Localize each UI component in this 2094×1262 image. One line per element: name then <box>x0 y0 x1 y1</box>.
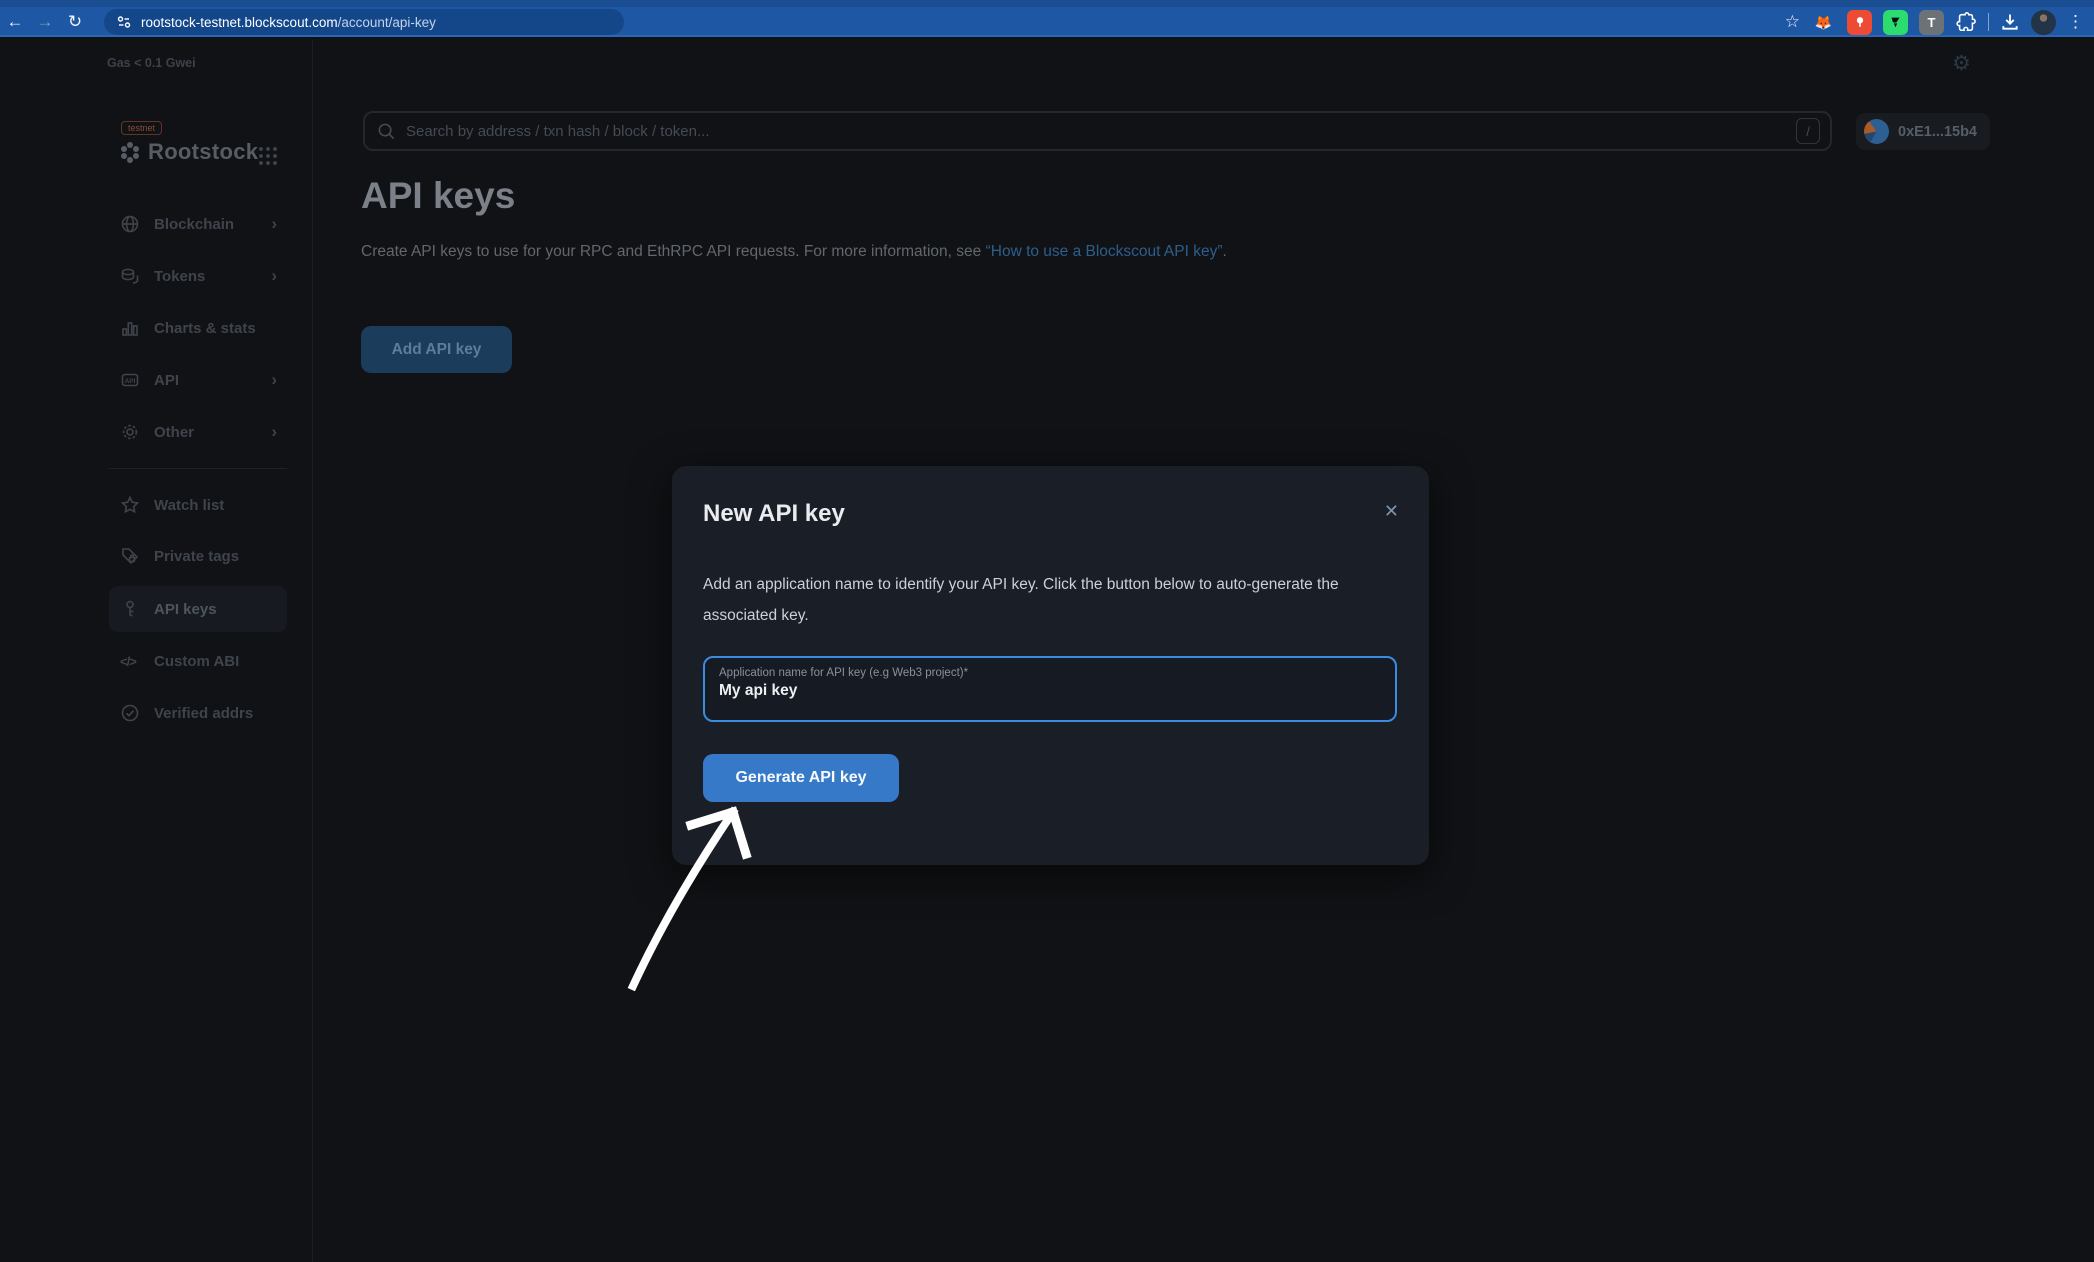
search-icon <box>377 122 396 141</box>
sidebar-item-private-tags[interactable]: Private tags <box>109 533 287 579</box>
extensions-puzzle-icon[interactable] <box>1955 11 1977 33</box>
tab-strip <box>0 0 2094 7</box>
forward-button[interactable]: → <box>30 9 60 35</box>
green-extension-icon[interactable] <box>1883 10 1908 35</box>
sidebar-item-watch-list[interactable]: Watch list <box>109 482 287 528</box>
reload-button[interactable]: ↻ <box>60 9 90 35</box>
metamask-extension-icon[interactable]: 🦊 <box>1811 10 1836 35</box>
bar-chart-icon <box>120 318 140 338</box>
rootstock-logo[interactable]: Rootstock <box>118 139 258 165</box>
chevron-right-icon: › <box>271 214 277 234</box>
application-name-label: Application name for API key (e.g Web3 p… <box>719 667 1381 679</box>
red-extension-icon[interactable] <box>1847 10 1872 35</box>
star-icon <box>120 495 140 515</box>
browser-profile-avatar[interactable] <box>2031 10 2056 35</box>
url-host: rootstock-testnet.blockscout.com <box>141 15 338 30</box>
search-input[interactable] <box>406 123 1786 140</box>
browser-chrome: ← → ↻ rootstock-testnet.blockscout.com/a… <box>0 0 2094 37</box>
page-title: API keys <box>361 175 515 217</box>
new-api-key-modal: New API key ✕ Add an application name to… <box>672 466 1429 865</box>
check-circle-icon <box>120 703 140 723</box>
stripe-glyph-icon <box>1889 16 1902 29</box>
back-button[interactable]: ← <box>0 9 30 35</box>
key-icon <box>120 599 140 619</box>
url-path: /account/api-key <box>338 15 436 30</box>
sidebar-item-charts-stats[interactable]: Charts & stats <box>109 305 287 351</box>
sidebar-divider <box>109 468 287 469</box>
sidebar-item-label: API <box>154 372 179 389</box>
chevron-right-icon: › <box>271 266 277 286</box>
sidebar-item-custom-abi[interactable]: </> Custom ABI <box>109 638 287 684</box>
sidebar-item-api[interactable]: API API › <box>109 357 287 403</box>
network-badge: testnet <box>121 121 162 135</box>
chevron-right-icon: › <box>271 370 277 390</box>
address-bar[interactable]: rootstock-testnet.blockscout.com/account… <box>104 9 624 35</box>
search-shortcut-hint: / <box>1796 118 1820 144</box>
sidebar: testnet Rootstock Blockchain › <box>0 39 313 1262</box>
page-background: Gas < 0.1 Gwei ⚙ testnet Rootstock Block… <box>0 39 2094 1262</box>
account-address: 0xE1...15b4 <box>1898 124 1977 140</box>
sidebar-item-api-keys[interactable]: API keys <box>109 586 287 632</box>
sidebar-item-label: Verified addrs <box>154 705 253 722</box>
globe-icon <box>120 214 140 234</box>
api-badge-icon: API <box>120 370 140 390</box>
coins-icon <box>120 266 140 286</box>
rootstock-logo-icon <box>118 140 142 164</box>
sidebar-item-other[interactable]: Other › <box>109 409 287 455</box>
add-api-key-button[interactable]: Add API key <box>361 326 512 373</box>
sidebar-item-blockchain[interactable]: Blockchain › <box>109 201 287 247</box>
api-key-doc-link[interactable]: “How to use a Blockscout API key” <box>986 243 1223 260</box>
page-description: Create API keys to use for your RPC and … <box>361 243 1227 261</box>
download-icon[interactable] <box>2000 12 2020 32</box>
generate-api-key-button[interactable]: Generate API key <box>703 754 899 802</box>
close-icon[interactable]: ✕ <box>1384 502 1399 520</box>
bookmark-star-icon[interactable]: ☆ <box>1785 12 1800 32</box>
sidebar-item-label: API keys <box>154 601 217 618</box>
sidebar-item-label: Custom ABI <box>154 653 239 670</box>
sidebar-item-label: Tokens <box>154 268 205 285</box>
sidebar-item-label: Private tags <box>154 548 239 565</box>
modal-description: Add an application name to identify your… <box>703 569 1393 631</box>
site-settings-icon[interactable] <box>116 14 132 30</box>
sidebar-item-verified-addrs[interactable]: Verified addrs <box>109 690 287 736</box>
tag-lock-icon <box>120 546 140 566</box>
browser-menu-icon[interactable]: ⋮ <box>2067 12 2084 32</box>
pin-icon <box>1853 15 1867 29</box>
description-suffix: . <box>1223 243 1227 260</box>
description-text: Create API keys to use for your RPC and … <box>361 243 986 260</box>
logo-text: Rootstock <box>148 139 258 165</box>
svg-text:API: API <box>125 378 136 385</box>
sidebar-item-tokens[interactable]: Tokens › <box>109 253 287 299</box>
account-avatar <box>1864 119 1889 144</box>
url-text[interactable]: rootstock-testnet.blockscout.com/account… <box>141 15 436 30</box>
toolbar-separator <box>1988 13 1989 31</box>
settings-gear-icon[interactable]: ⚙ <box>1952 51 1971 76</box>
search-bar[interactable]: / <box>363 111 1832 151</box>
apps-grid-icon[interactable] <box>257 145 279 167</box>
sidebar-item-label: Watch list <box>154 497 224 514</box>
code-icon: </> <box>120 651 140 671</box>
t-extension-icon[interactable]: T <box>1919 10 1944 35</box>
sidebar-item-label: Blockchain <box>154 216 234 233</box>
account-button[interactable]: 0xE1...15b4 <box>1856 113 1990 150</box>
sidebar-item-label: Other <box>154 424 194 441</box>
modal-title: New API key <box>703 500 845 528</box>
gear-icon <box>120 422 140 442</box>
application-name-input[interactable] <box>719 682 1381 700</box>
application-name-field[interactable]: Application name for API key (e.g Web3 p… <box>703 656 1397 722</box>
chevron-right-icon: › <box>271 422 277 442</box>
sidebar-item-label: Charts & stats <box>154 320 256 337</box>
